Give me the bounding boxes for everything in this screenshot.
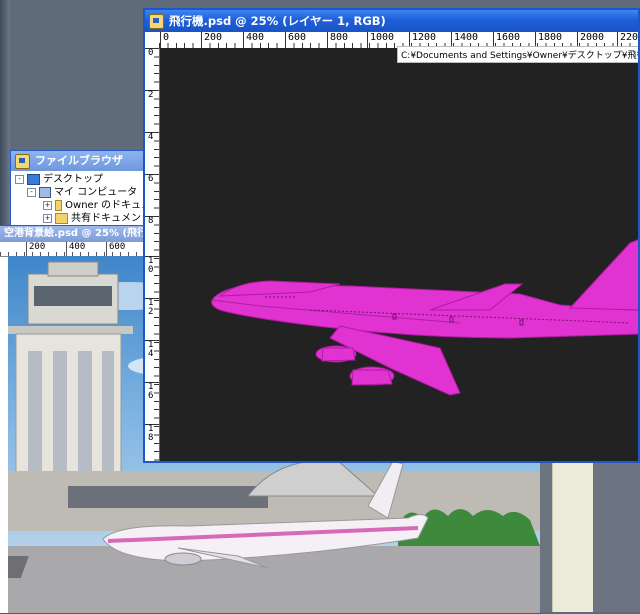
- ruler-origin[interactable]: [145, 32, 160, 49]
- file-browser-titlebar[interactable]: ファイルブラウザ: [11, 151, 151, 171]
- photoshop-app-icon: [149, 13, 164, 29]
- tree-item-label: Owner のドキュメ: [65, 200, 151, 211]
- collapse-icon[interactable]: -: [15, 175, 24, 184]
- desktop-icon: [27, 174, 40, 185]
- photoshop-app-icon: [15, 153, 30, 169]
- tree-item-label: マイ コンピュータ: [54, 187, 138, 198]
- file-path-tooltip: C:¥Documents and Settings¥Owner¥デスクトップ¥飛…: [397, 46, 638, 63]
- ruler-vertical[interactable]: 0 2 4 6 8 1 0 1 2 1 4 1 6 1 8: [145, 48, 160, 461]
- document-canvas[interactable]: [160, 48, 638, 461]
- tree-item-label: 共有ドキュメント: [71, 213, 151, 224]
- psd-titlebar[interactable]: 飛行機.psd @ 25% (レイヤー 1, RGB): [145, 10, 638, 32]
- folder-tree: - デスクトップ - マイ コンピュータ + Owner のドキュメ + 共有ド…: [11, 171, 151, 225]
- folder-icon: [55, 213, 68, 224]
- tree-item-my-computer[interactable]: - マイ コンピュータ: [15, 186, 151, 199]
- tree-item-desktop[interactable]: - デスクトップ: [15, 173, 151, 186]
- palette-strip: [552, 460, 593, 612]
- file-browser-title: ファイルブラウザ: [35, 154, 123, 167]
- folder-icon: [55, 200, 63, 211]
- psd-window-title: 飛行機.psd @ 25% (レイヤー 1, RGB): [169, 14, 386, 28]
- collapse-icon[interactable]: -: [27, 188, 36, 197]
- airplane-document-window[interactable]: 飛行機.psd @ 25% (レイヤー 1, RGB) 0 200 400 60…: [143, 8, 640, 463]
- airport-window-title: 空港背景絵.psd @ 25% (飛行: [4, 228, 148, 239]
- tree-item-label: デスクトップ: [43, 174, 103, 185]
- expand-icon[interactable]: +: [43, 214, 52, 223]
- tree-item-shared-documents[interactable]: + 共有ドキュメント: [15, 212, 151, 225]
- tree-item-owner-documents[interactable]: + Owner のドキュメ: [15, 199, 151, 212]
- airplane-silhouette: [211, 239, 638, 396]
- expand-icon[interactable]: +: [43, 201, 52, 210]
- computer-icon: [39, 187, 51, 198]
- file-browser-window[interactable]: ファイルブラウザ - デスクトップ - マイ コンピュータ + Owner のド…: [10, 150, 152, 230]
